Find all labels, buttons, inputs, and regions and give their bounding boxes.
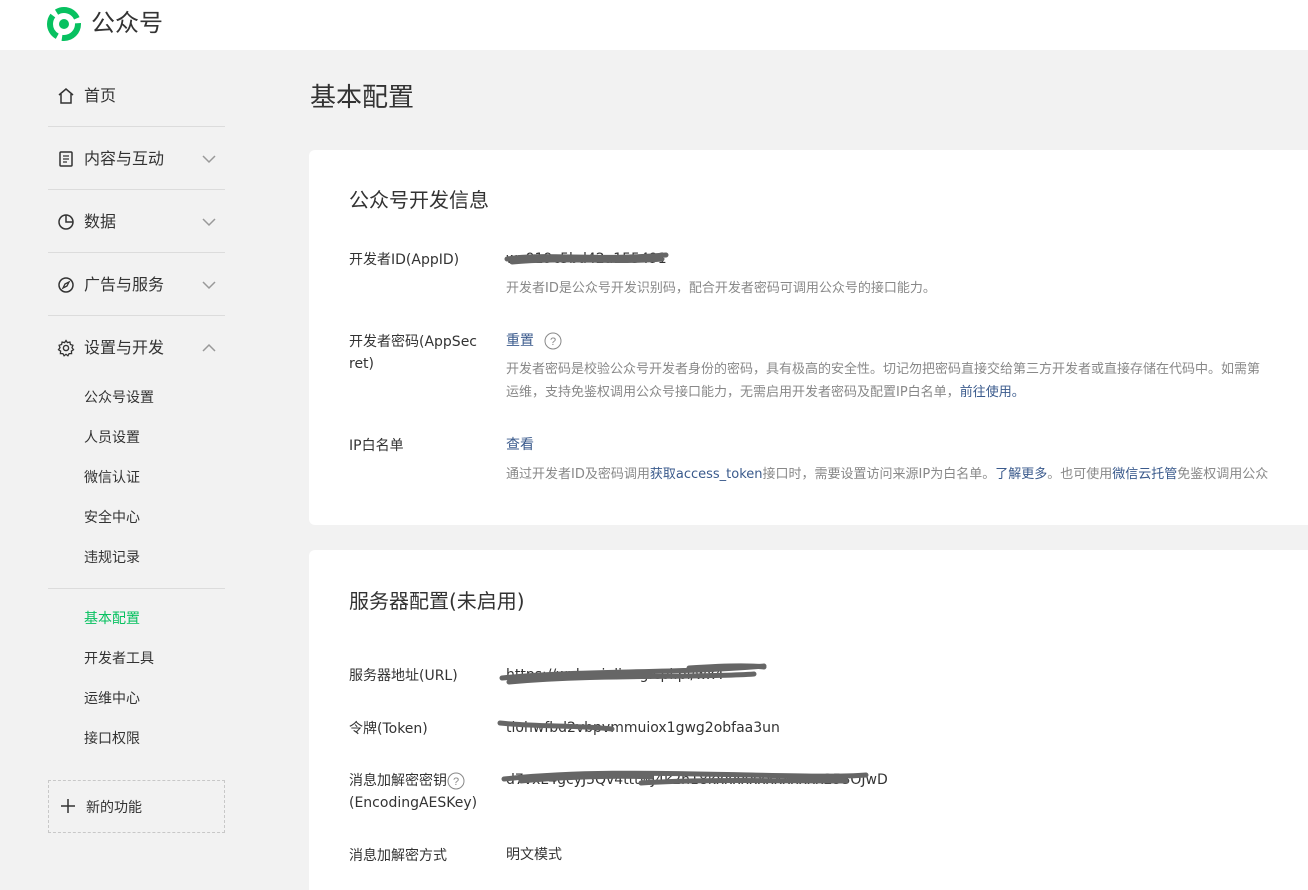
app-name: 公众号	[91, 9, 163, 37]
svg-text:?: ?	[550, 336, 556, 348]
card-title: 公众号开发信息	[349, 188, 489, 212]
appsecret-desc-text: 运维，支持免鉴权调用公众号接口能力，无需启用开发者密码及配置IP白名单，	[506, 385, 960, 400]
chevron-up-icon	[202, 343, 216, 352]
compass-icon	[58, 276, 74, 293]
card-title: 服务器配置(未启用)	[349, 589, 525, 613]
sidebar-subitem-violations[interactable]: 违规记录	[84, 549, 140, 567]
plus-icon	[61, 799, 75, 813]
appid-description: 开发者ID是公众号开发识别码，配合开发者密码可调用公众号的接口能力。	[506, 281, 936, 296]
aes-key-label: 消息加解密密钥?	[349, 770, 465, 792]
reset-secret-link[interactable]: 重置	[506, 333, 534, 349]
gear-icon	[57, 338, 75, 357]
sidebar-item-label: 设置与开发	[84, 337, 165, 357]
server-config-card: 服务器配置(未启用) 服务器地址(URL) https://wxhexinlia…	[309, 550, 1308, 890]
sidebar-item-home[interactable]: 首页	[48, 64, 225, 127]
new-feature-label: 新的功能	[86, 800, 142, 816]
server-url-value: https://wxhexinliang.cpl.pl/wx4	[506, 667, 724, 683]
divider	[48, 588, 225, 589]
sidebar-subitem-security-center[interactable]: 安全中心	[84, 509, 140, 527]
sidebar-item-label: 首页	[84, 85, 117, 105]
appsecret-actions: 重置 ?	[506, 331, 562, 351]
sidebar-item-label: 广告与服务	[84, 274, 165, 294]
sidebar-subitem-dev-tools[interactable]: 开发者工具	[84, 650, 154, 668]
ip-desc-text: 。也可使用	[1047, 467, 1113, 482]
sidebar-subitem-basic-config[interactable]: 基本配置	[84, 610, 140, 628]
token-label: 令牌(Token)	[349, 721, 428, 737]
question-mark-icon[interactable]: ?	[447, 772, 465, 790]
question-mark-icon[interactable]: ?	[544, 332, 562, 350]
pie-chart-icon	[58, 213, 74, 230]
appid-value: wx919c5bd42a155491	[506, 251, 667, 267]
chevron-down-icon	[202, 154, 216, 163]
wechat-mp-logo-icon[interactable]	[46, 6, 82, 42]
new-feature-button[interactable]: 新的功能	[48, 780, 225, 833]
ip-desc-text: 接口时，需要设置访问来源IP为白名单。	[762, 467, 996, 482]
token-value: tlohwfbd2vbpvmmuiox1gwg2obfaa3un	[506, 720, 780, 736]
aes-key-value: d7vxL4gcyJ5Qv4tttwJ4k2h18kxxxxxxxxxxxxx2…	[506, 772, 888, 788]
sidebar-subitem-api-permissions[interactable]: 接口权限	[84, 730, 140, 748]
chevron-down-icon	[202, 280, 216, 289]
appsecret-label-line2: ret)	[349, 356, 375, 372]
appsecret-description-line2: 运维，支持免鉴权调用公众号接口能力，无需启用开发者密码及配置IP白名单，前往使用…	[506, 380, 1025, 406]
svg-text:?: ?	[453, 776, 459, 788]
encryption-mode-label: 消息加解密方式	[349, 848, 447, 864]
ip-desc-text: 通过开发者ID及密码调用	[506, 467, 650, 482]
sidebar-subitem-staff-settings[interactable]: 人员设置	[84, 429, 140, 447]
sidebar-item-label: 数据	[84, 211, 117, 231]
view-ip-whitelist-link[interactable]: 查看	[506, 435, 534, 455]
top-bar: 公众号	[0, 0, 1308, 50]
sidebar-item-ads[interactable]: 广告与服务	[48, 253, 225, 316]
sidebar-subitem-ops-center[interactable]: 运维中心	[84, 690, 140, 708]
appsecret-label-line1: 开发者密码(AppSec	[349, 334, 478, 350]
sidebar-item-content[interactable]: 内容与互动	[48, 127, 225, 190]
access-token-link[interactable]: 获取access_token	[650, 467, 763, 482]
sidebar: 首页 内容与互动 数据 广告与服务 设置与开发 公众号设置 人员设置 微信认证 …	[0, 50, 270, 890]
sidebar-subitem-wechat-verify[interactable]: 微信认证	[84, 469, 140, 487]
sidebar-item-label: 内容与互动	[84, 148, 165, 168]
aes-key-label-text: 消息加解密密钥	[349, 773, 447, 789]
sidebar-subitem-account-settings[interactable]: 公众号设置	[84, 389, 154, 407]
ip-whitelist-description: 通过开发者ID及密码调用获取access_token接口时，需要设置访问来源IP…	[506, 462, 1268, 488]
ip-desc-text: 免鉴权调用公众	[1177, 467, 1269, 482]
ip-whitelist-label: IP白名单	[349, 438, 404, 454]
developer-info-card: 公众号开发信息 开发者ID(AppID) wx919c5bd42a155491 …	[309, 150, 1308, 525]
encryption-mode-value: 明文模式	[506, 847, 562, 863]
document-icon	[59, 150, 73, 167]
chevron-down-icon	[202, 217, 216, 226]
page-title: 基本配置	[310, 83, 415, 113]
appid-label: 开发者ID(AppID)	[349, 252, 460, 268]
server-url-label: 服务器地址(URL)	[349, 668, 458, 684]
sidebar-item-settings[interactable]: 设置与开发	[48, 316, 225, 379]
home-icon	[58, 87, 74, 104]
sidebar-item-data[interactable]: 数据	[48, 190, 225, 253]
wechat-cloud-hosting-link[interactable]: 微信云托管	[1112, 467, 1177, 482]
aes-key-label-line2: (EncodingAESKey)	[349, 795, 478, 811]
learn-more-link[interactable]: 了解更多	[995, 467, 1047, 482]
go-use-link[interactable]: 前往使用。	[960, 385, 1025, 400]
